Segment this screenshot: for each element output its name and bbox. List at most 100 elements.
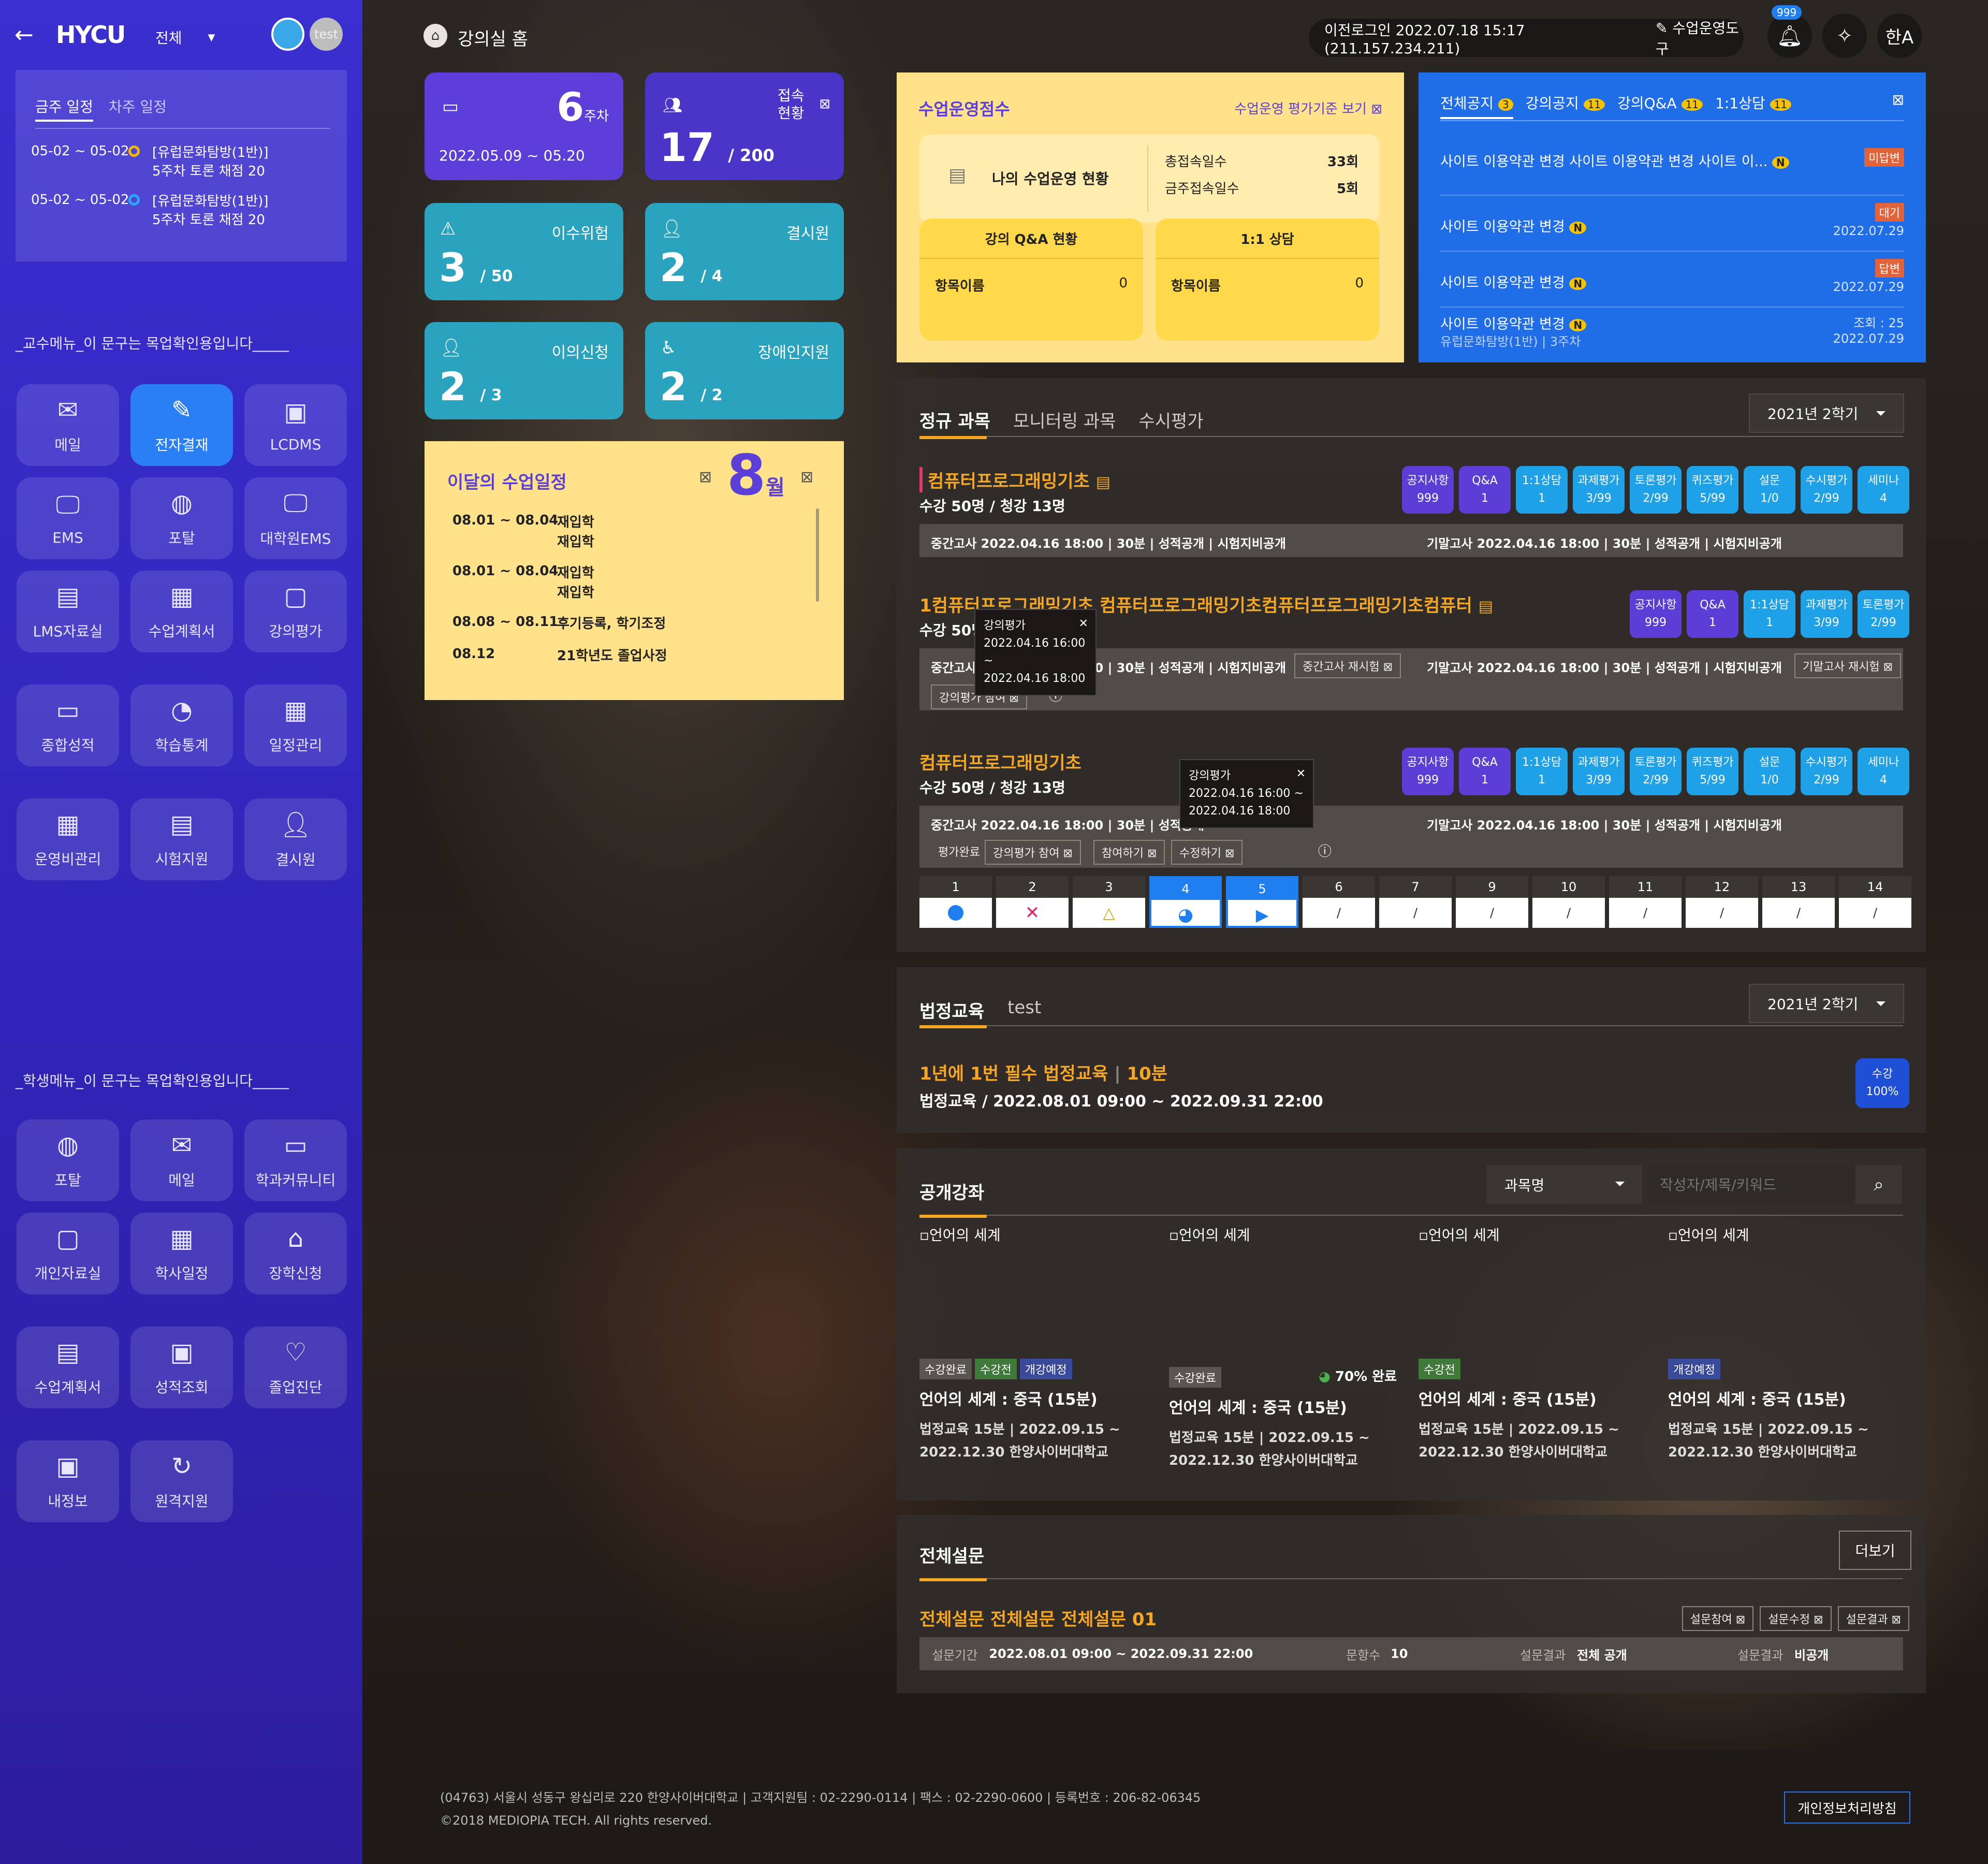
course-tag[interactable]: 1:1상담 1 xyxy=(1516,466,1568,514)
menu-clipboard-icon[interactable]: ▢ 강의평가 xyxy=(244,571,347,652)
course-tag[interactable]: 과제평가 3/99 xyxy=(1801,590,1852,638)
disabled-card[interactable]: ♿︎ 장애인지원 2 / 2 xyxy=(645,322,844,419)
bell-icon[interactable]: 🔔︎ xyxy=(1767,13,1812,58)
notice-item[interactable]: 사이트 이용약관 변경 사이트 이용약관 변경 사이트 이... N 미답변 xyxy=(1440,145,1904,196)
menu-lcdms-icon[interactable]: ▣ LCDMS xyxy=(244,384,347,466)
week-cell[interactable]: 12/ xyxy=(1686,876,1758,928)
course-tag[interactable]: 1:1상담 1 xyxy=(1744,590,1795,638)
menu-mail-icon[interactable]: ✉ 메일 xyxy=(130,1119,233,1201)
user-avatar[interactable]: test xyxy=(310,18,343,51)
week-cell[interactable]: 4 ◕ xyxy=(1149,876,1222,928)
schedule-item[interactable]: [유럽문화탐방(1반)] 5주차 토론 채점 20 xyxy=(152,192,269,229)
menu-monitor-icon[interactable]: 🖵︎ 대학원EMS xyxy=(244,477,347,559)
menu-pen-icon[interactable]: ✎ 전자결재 xyxy=(130,384,233,466)
course-tag[interactable]: 수시평가 2/99 xyxy=(1801,748,1852,795)
menu-save-icon[interactable]: ▤ LMS자료실 xyxy=(17,571,119,652)
menu-monitor-icon[interactable]: 🖵︎ EMS xyxy=(17,477,119,559)
open-course-card[interactable]: ▫언어의 세계 수강완료 수강전 개강예정 언어의 세계 : 중국 (15분) 법정교… xyxy=(919,1224,1147,1493)
week-cell[interactable]: 6/ xyxy=(1303,876,1375,928)
info-icon[interactable]: ⓘ xyxy=(1318,841,1332,860)
open-course-card[interactable]: ▫언어의 세계 개강예정 언어의 세계 : 중국 (15분) 법정교육 15분 |… xyxy=(1668,1224,1896,1493)
week-cell[interactable]: 11/ xyxy=(1609,876,1682,928)
course-tag[interactable]: 토론평가 2/99 xyxy=(1630,748,1682,795)
menu-chat-icon[interactable]: ▭ 학과커뮤니티 xyxy=(244,1119,347,1201)
week-cell[interactable]: 10/ xyxy=(1532,876,1605,928)
course-tag[interactable]: Q&A 1 xyxy=(1459,466,1511,514)
tab-notice[interactable]: 강의Q&A 11 xyxy=(1617,92,1703,119)
absent-card[interactable]: 👤︎ 결시원 2 / 4 xyxy=(645,203,844,300)
logo[interactable]: HYCU xyxy=(56,21,126,49)
course-tag[interactable]: 공지사항 999 xyxy=(1630,590,1682,638)
menu-pulse-icon[interactable]: ♡ 졸업진단 xyxy=(244,1327,347,1408)
scope-select[interactable]: 전체 ▼ xyxy=(155,27,215,48)
privacy-link[interactable]: 개인정보처리방침 xyxy=(1784,1792,1910,1824)
month-item-text[interactable]: 재입학 재입학 xyxy=(557,563,594,603)
tab-course[interactable]: 정규 과목 xyxy=(919,407,990,432)
menu-board-icon[interactable]: ▭ 종합성적 xyxy=(17,685,119,766)
menu-mail-icon[interactable]: ✉ 메일 xyxy=(17,384,119,466)
course-tag[interactable]: 세미나 4 xyxy=(1858,748,1909,795)
course-tag[interactable]: 퀴즈평가 5/99 xyxy=(1687,748,1738,795)
close-icon[interactable]: ✕ xyxy=(1296,765,1306,783)
menu-chart-icon[interactable]: ◔ 학습통계 xyxy=(130,685,233,766)
menu-globe-icon[interactable]: ◍ 포탈 xyxy=(130,477,233,559)
menu-calendar-gear-icon[interactable]: ▦ 일정관리 xyxy=(244,685,347,766)
course-action-button[interactable]: 평가완료 xyxy=(931,840,987,863)
tab-notice[interactable]: 1:1상담 11 xyxy=(1715,92,1791,119)
fin-retest-button[interactable]: 기말고사 재시험 ⊠ xyxy=(1794,653,1902,678)
tab-legal[interactable]: 법정교육 xyxy=(919,997,984,1023)
menu-save-icon[interactable]: ▢ 개인자료실 xyxy=(17,1213,119,1294)
close-icon[interactable]: ⊠ xyxy=(1892,91,1904,108)
month-item-text[interactable]: 21학년도 졸업사정 xyxy=(557,646,667,666)
course-tag[interactable]: Q&A 1 xyxy=(1687,590,1738,638)
avatar-icon[interactable] xyxy=(271,18,304,51)
month-item-text[interactable]: 재입학 재입학 xyxy=(557,513,594,552)
schedule-item[interactable]: [유럽문화탐방(1반)] 5주차 토론 채점 20 xyxy=(152,143,269,181)
menu-refresh-icon[interactable]: ↻ 원격지원 xyxy=(130,1440,233,1522)
course-tag[interactable]: 설문 1/0 xyxy=(1744,748,1795,795)
course-tag[interactable]: 과제평가 3/99 xyxy=(1573,466,1625,514)
term-select[interactable]: 2021년 2학기 xyxy=(1749,984,1904,1023)
course-tag[interactable]: 토론평가 2/99 xyxy=(1630,466,1682,514)
menu-calendar-icon[interactable]: ▦ 학사일정 xyxy=(130,1213,233,1294)
tool-link[interactable]: ✎ 수업운영도구 xyxy=(1656,17,1744,59)
course-tag[interactable]: 토론평가 2/99 xyxy=(1858,590,1909,638)
access-card[interactable]: 👥︎ 접속 현황 ⊠ 17 / 200 xyxy=(645,72,844,180)
menu-profile-icon[interactable]: ▣ 내정보 xyxy=(17,1440,119,1522)
menu-user-x-icon[interactable]: 👤︎ 결시원 xyxy=(244,798,347,880)
survey-name[interactable]: 전체설문 전체설문 전체설문 01 xyxy=(919,1605,1157,1630)
legal-title[interactable]: 1년에 1번 필수 법정교육 | 10분 xyxy=(919,1059,1167,1085)
mid-retest-button[interactable]: 중간고사 재시험 ⊠ xyxy=(1294,653,1401,678)
course-tag[interactable]: 설문 1/0 xyxy=(1744,466,1795,514)
tab-course[interactable]: 모니터링 과목 xyxy=(1013,407,1116,432)
course-tag[interactable]: 과제평가 3/99 xyxy=(1573,748,1625,795)
back-arrow-icon[interactable]: ← xyxy=(14,22,34,48)
open-course-card[interactable]: ▫언어의 세계 수강완료 ◕ 70% 완료 언어의 세계 : 중국 (15분) 법정… xyxy=(1169,1224,1397,1493)
course-title[interactable]: 컴퓨터프로그래밍기초 xyxy=(919,749,1081,774)
close-icon[interactable]: ⊠ xyxy=(819,96,830,112)
survey-button[interactable]: 설문참여 ⊠ xyxy=(1682,1606,1754,1631)
course-tag[interactable]: 1:1상담 1 xyxy=(1516,748,1568,795)
tab-notice[interactable]: 강의공지 11 xyxy=(1526,92,1605,119)
menu-calculator-icon[interactable]: ▦ 운영비관리 xyxy=(17,798,119,880)
term-select[interactable]: 2021년 2학기 xyxy=(1749,394,1904,433)
menu-search-doc-icon[interactable]: ▣ 성적조회 xyxy=(130,1327,233,1408)
survey-button[interactable]: 설문수정 ⊠ xyxy=(1760,1606,1832,1631)
course-action-button[interactable]: 참여하기 ⊠ xyxy=(1093,840,1165,865)
course-tag[interactable]: Q&A 1 xyxy=(1459,748,1511,795)
search-input[interactable] xyxy=(1647,1165,1854,1204)
week-cell[interactable]: 13/ xyxy=(1762,876,1835,928)
survey-button[interactable]: 설문결과 ⊠ xyxy=(1837,1606,1909,1631)
menu-edit-doc-icon[interactable]: ▤ 시험지원 xyxy=(130,798,233,880)
course-tag[interactable]: 퀴즈평가 5/99 xyxy=(1687,466,1738,514)
notice-item[interactable]: 사이트 이용약관 변경 N 답변 2022.07.29 xyxy=(1440,257,1904,308)
week-card[interactable]: ▭ 6주차 2022.05.09 ~ 05.20 xyxy=(425,72,623,180)
week-cell[interactable]: 1 xyxy=(919,876,992,928)
tab-test[interactable]: test xyxy=(1007,997,1041,1018)
objection-card[interactable]: 👤︎ 이의신청 2 / 3 xyxy=(425,322,623,419)
week-cell[interactable]: 3 △ xyxy=(1073,876,1145,928)
subject-select[interactable]: 과목명 xyxy=(1487,1165,1642,1204)
tab-notice[interactable]: 전체공지 3 xyxy=(1440,92,1513,119)
close-icon[interactable]: ⊠ xyxy=(699,468,712,486)
course-tag[interactable]: 세미나 4 xyxy=(1858,466,1909,514)
